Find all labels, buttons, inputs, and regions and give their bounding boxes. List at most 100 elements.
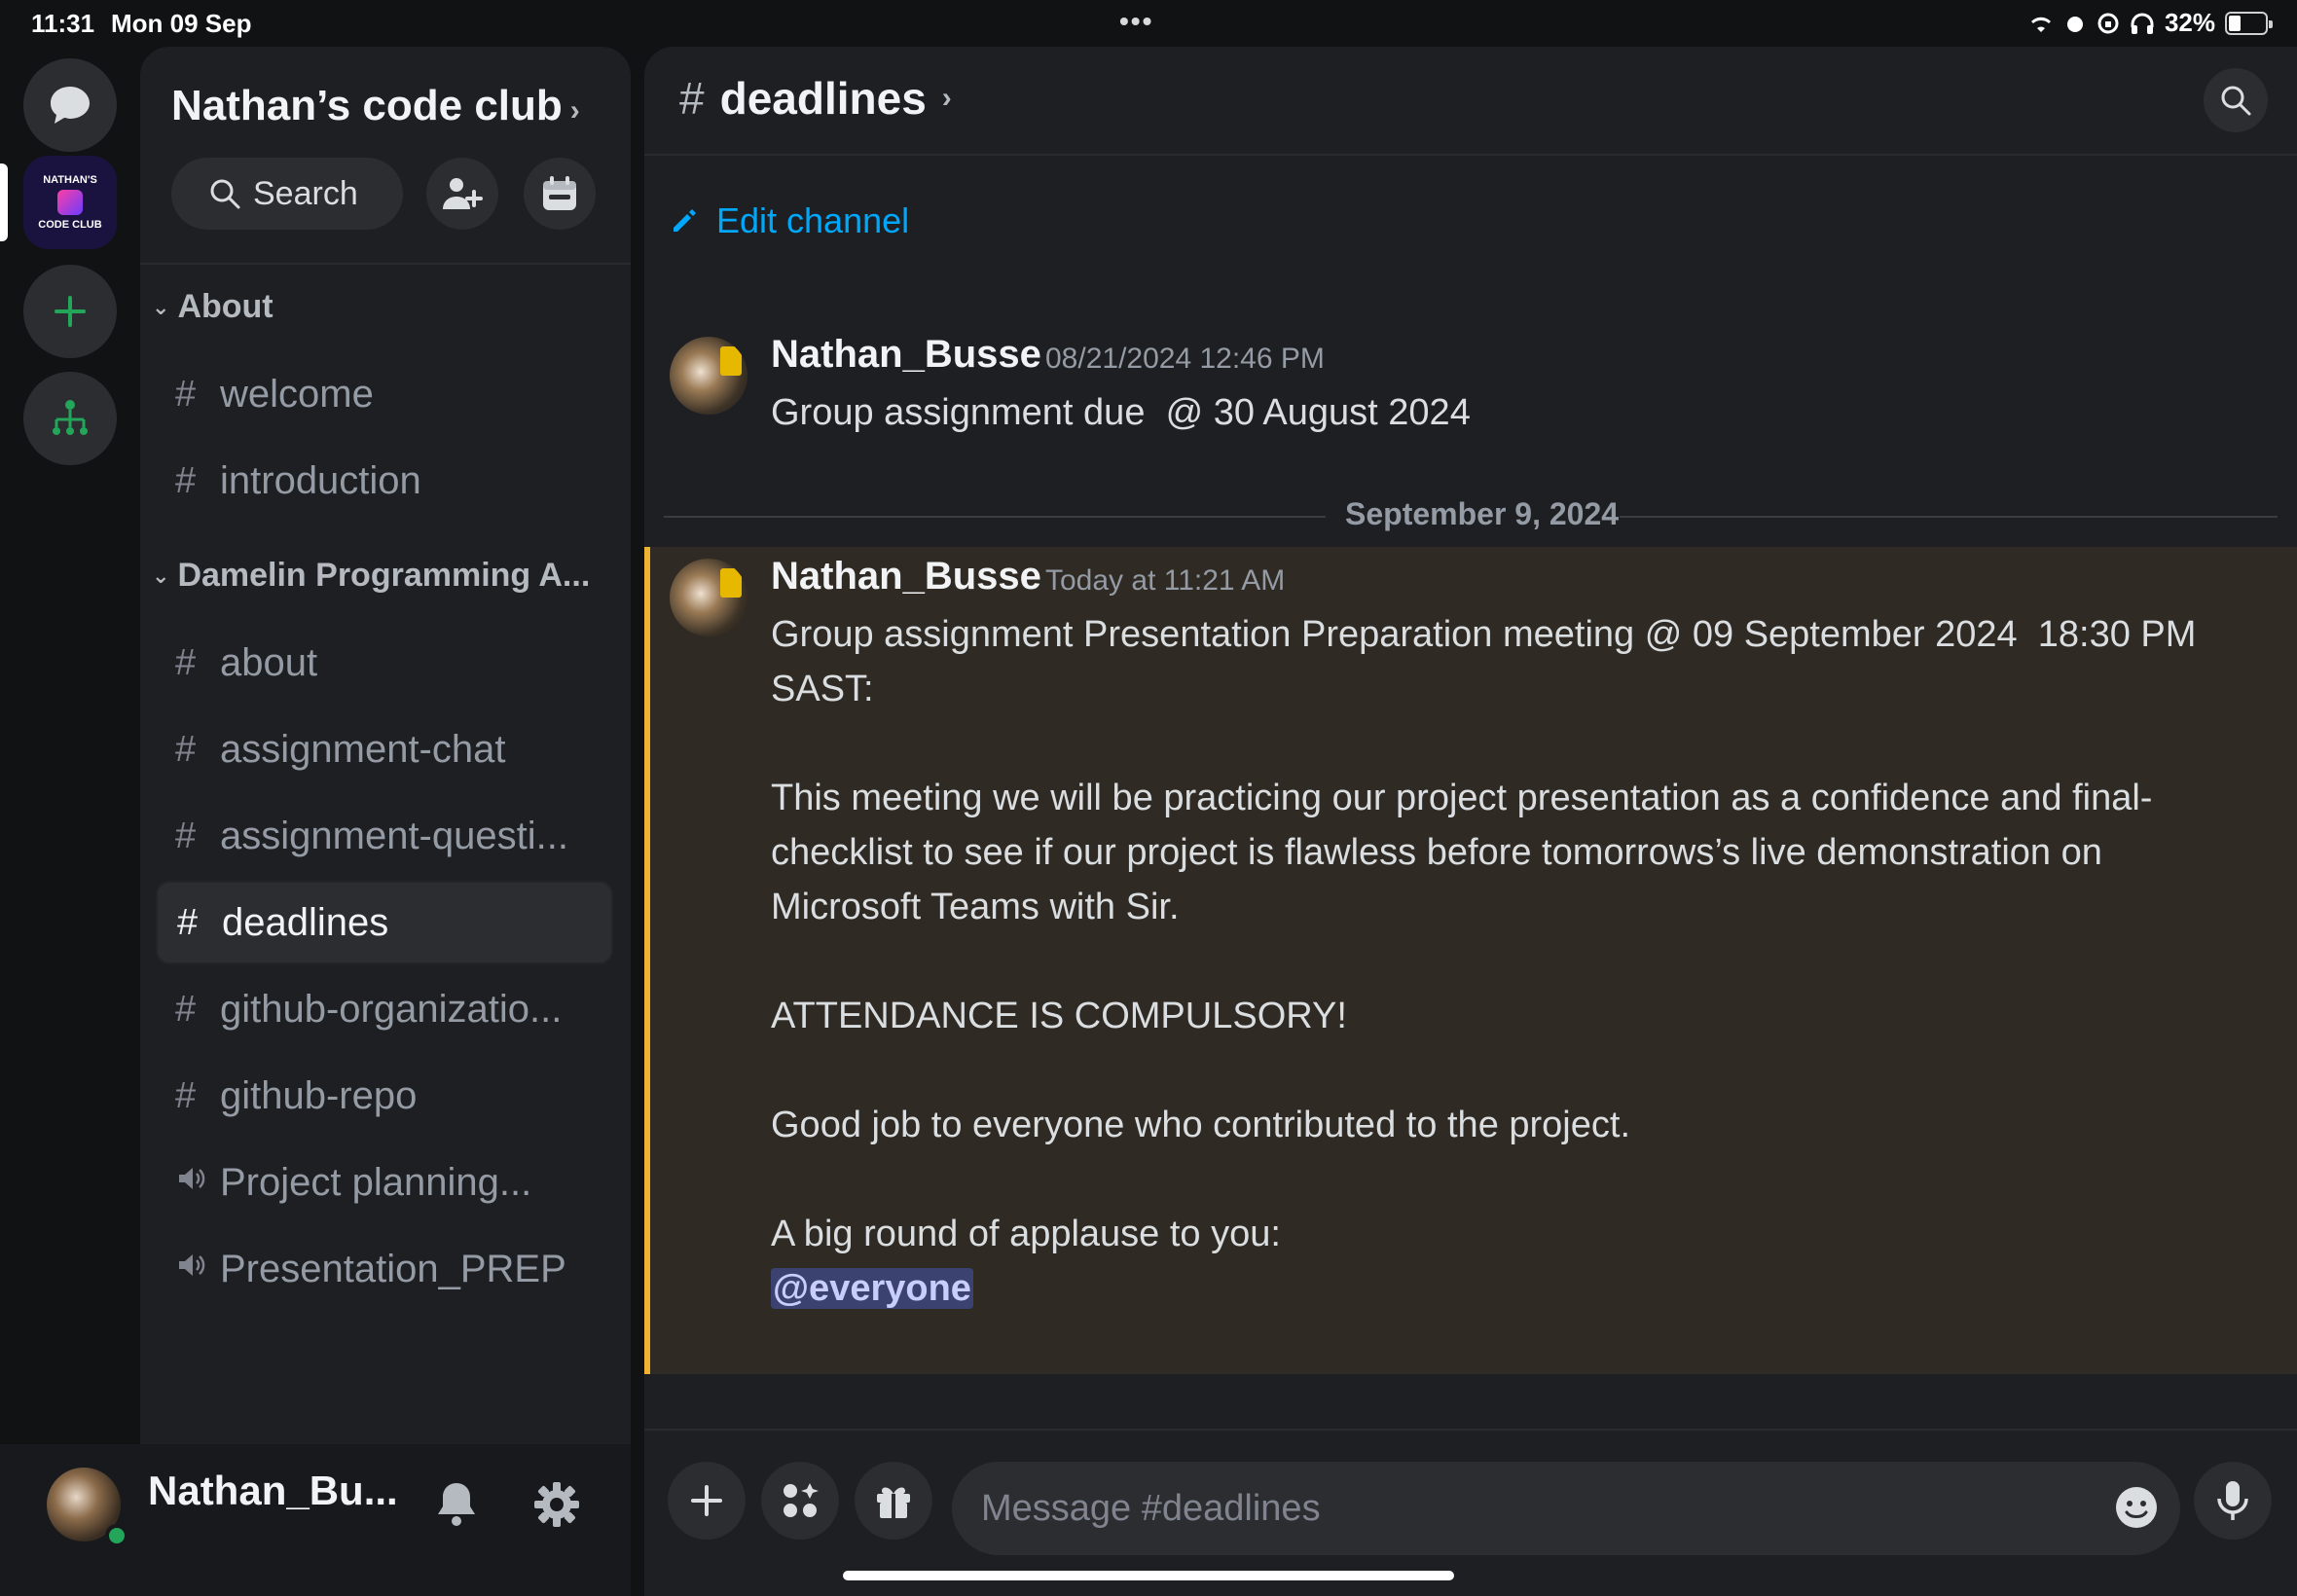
- category-damelin[interactable]: ⌄ Damelin Programming A...: [152, 557, 590, 595]
- message-content: Group assignment due @ 30 August 2024: [771, 392, 1471, 433]
- channel-label: assignment-questi...: [220, 814, 568, 857]
- message-input[interactable]: [981, 1487, 2052, 1530]
- hash-icon: #: [175, 728, 197, 770]
- avatar[interactable]: [670, 337, 747, 415]
- server-rail: NATHAN'S CODE CLUB: [0, 47, 140, 1596]
- plus-icon: [691, 1485, 722, 1516]
- direct-messages-button[interactable]: [23, 58, 117, 152]
- chat-bubble-icon: [51, 87, 90, 124]
- search-icon: [2221, 86, 2251, 116]
- voice-message-button[interactable]: [2194, 1462, 2272, 1540]
- speaker-icon: [175, 1162, 220, 1204]
- hash-icon: #: [175, 373, 197, 415]
- server-icon-nathans-code-club[interactable]: NATHAN'S CODE CLUB: [23, 156, 117, 249]
- status-indicators: 32%: [2028, 8, 2273, 38]
- channel-label: Project planning...: [220, 1160, 532, 1204]
- message-timestamp: 08/21/2024 12:46 PM: [1045, 343, 1325, 375]
- channel-assignment-chat[interactable]: # assignment-chat: [156, 707, 613, 791]
- apps-button[interactable]: [761, 1462, 839, 1540]
- hash-icon: #: [175, 641, 197, 683]
- channel-label: assignment-chat: [220, 727, 506, 771]
- calendar-icon: [543, 176, 576, 210]
- wifi-icon: [2030, 17, 2051, 32]
- server-logo-line2: CODE CLUB: [38, 219, 102, 231]
- date-divider-label: September 9, 2024: [1345, 496, 1620, 531]
- channel-header: # deadlines ›: [644, 47, 2297, 156]
- channel-sidebar: Nathan’s code club › Search ⌄ About # wel…: [140, 47, 631, 1444]
- server-logo-line1: NATHAN'S: [43, 174, 97, 186]
- date-divider: September 9, 2024: [664, 496, 2278, 535]
- events-button[interactable]: [524, 158, 596, 230]
- message-author[interactable]: Nathan_Busse: [771, 333, 1041, 377]
- invite-members-button[interactable]: [426, 158, 498, 230]
- category-about[interactable]: ⌄ About: [152, 288, 273, 326]
- online-status-dot: [105, 1524, 128, 1547]
- hash-icon: #: [175, 988, 197, 1030]
- status-time: 11:31: [31, 9, 95, 38]
- channel-about[interactable]: # about: [156, 621, 613, 705]
- gift-button[interactable]: [855, 1462, 932, 1540]
- multitasking-dots[interactable]: •••: [1119, 6, 1153, 37]
- selected-server-indicator: [0, 163, 8, 241]
- message-author[interactable]: Nathan_Busse: [771, 555, 1041, 598]
- channel-label: welcome: [220, 372, 374, 416]
- bell-icon[interactable]: [434, 1479, 479, 1528]
- main-chat: # deadlines › Edit channel Nathan_Busse …: [644, 47, 2297, 1596]
- message-content: Group assignment Presentation Preparatio…: [771, 607, 2289, 1316]
- channel-label: deadlines: [222, 900, 389, 944]
- rotation-lock-icon: [2097, 13, 2119, 33]
- channel-label: introduction: [220, 458, 421, 502]
- chevron-down-icon: ⌄: [152, 294, 170, 319]
- attach-button[interactable]: [668, 1462, 746, 1540]
- message-field[interactable]: [952, 1462, 2180, 1555]
- channel-introduction[interactable]: # introduction: [156, 439, 613, 523]
- discover-button[interactable]: [23, 372, 117, 465]
- status-bar: 11:31 Mon 09 Sep ••• 32%: [0, 0, 2297, 47]
- chevron-right-icon: ›: [941, 82, 952, 114]
- channel-label: about: [220, 640, 318, 684]
- channel-github-repo[interactable]: # github-repo: [156, 1054, 613, 1138]
- hash-icon: #: [175, 1074, 197, 1116]
- channel-deadlines[interactable]: # deadlines: [156, 881, 613, 964]
- search-label: Search: [253, 174, 358, 212]
- add-server-button[interactable]: [23, 265, 117, 358]
- apps-icon: [784, 1483, 819, 1517]
- channel-label: github-repo: [220, 1073, 418, 1117]
- server-name: Nathan’s code club: [171, 82, 563, 129]
- avatar[interactable]: [670, 559, 747, 636]
- channel-title-button[interactable]: # deadlines ›: [679, 72, 952, 125]
- hub-icon: [53, 400, 88, 435]
- channel-welcome[interactable]: # welcome: [156, 352, 613, 436]
- microphone-icon: [2217, 1481, 2248, 1520]
- home-indicator[interactable]: [843, 1571, 1454, 1580]
- voice-channel-presentation-prep[interactable]: Presentation_PREP: [156, 1227, 613, 1311]
- gear-icon[interactable]: [533, 1481, 580, 1528]
- speaker-icon: [175, 1249, 220, 1290]
- sidebar-header: Nathan’s code club › Search: [140, 47, 631, 265]
- edit-channel-label: Edit channel: [716, 200, 910, 240]
- server-logo-bolt-icon: [57, 190, 83, 215]
- hash-icon: #: [679, 73, 705, 124]
- pencil-icon: [674, 209, 696, 232]
- user-panel: Nathan_Bu...: [0, 1444, 631, 1596]
- status-date: Mon 09 Sep: [111, 9, 252, 38]
- everyone-mention[interactable]: @everyone: [771, 1268, 973, 1309]
- server-name-button[interactable]: Nathan’s code club ›: [171, 82, 580, 130]
- message-timestamp: Today at 11:21 AM: [1045, 564, 1286, 597]
- edit-channel-link[interactable]: Edit channel: [670, 200, 909, 241]
- voice-channel-project-planning[interactable]: Project planning...: [156, 1141, 613, 1224]
- add-member-icon: [443, 178, 483, 209]
- category-label: Damelin Programming A...: [177, 557, 591, 594]
- chevron-down-icon: ⌄: [152, 562, 170, 588]
- current-username[interactable]: Nathan_Bu...: [148, 1468, 398, 1514]
- channel-assignment-questions[interactable]: # assignment-questi...: [156, 794, 613, 878]
- channel-search-button[interactable]: [2204, 68, 2268, 132]
- emoji-icon[interactable]: [2114, 1485, 2159, 1530]
- battery-icon: [2225, 11, 2273, 35]
- hash-icon: #: [177, 901, 199, 943]
- hash-icon: #: [175, 815, 197, 856]
- channel-github-organization[interactable]: # github-organizatio...: [156, 967, 613, 1051]
- channel-title: deadlines: [719, 73, 927, 124]
- hash-icon: #: [175, 459, 197, 501]
- search-button[interactable]: Search: [171, 158, 403, 230]
